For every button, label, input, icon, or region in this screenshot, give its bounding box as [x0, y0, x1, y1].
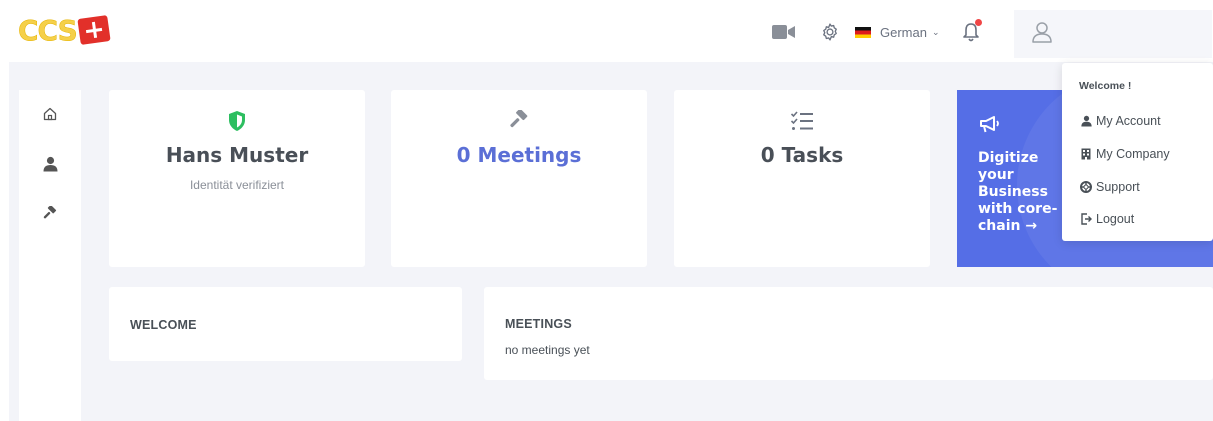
notification-dot	[974, 19, 982, 26]
promo-text: Digitize your Business with core-chain	[978, 150, 1058, 234]
megaphone-icon	[979, 114, 1001, 139]
user-icon	[43, 156, 57, 172]
sidebar-item-meetings[interactable]	[19, 202, 81, 226]
tasks-count[interactable]: 0 Tasks	[674, 143, 930, 167]
chevron-down-icon: ⌄	[931, 26, 940, 37]
welcome-card: WELCOME	[109, 287, 462, 361]
header-actions: German ⌄	[772, 18, 982, 46]
swiss-flag-icon	[77, 15, 111, 45]
menu-item-label: Logout	[1096, 212, 1135, 226]
arrow-right-icon: →	[1025, 218, 1038, 234]
logo[interactable]: CCS	[18, 12, 111, 48]
sidebar-item-home[interactable]	[19, 102, 81, 126]
sidebar	[19, 90, 81, 421]
menu-item-label: Support	[1096, 180, 1140, 194]
language-selector[interactable]: German ⌄	[855, 25, 940, 40]
user-icon	[1032, 21, 1052, 48]
building-icon	[1080, 148, 1092, 160]
meetings-count[interactable]: 0 Meetings	[391, 143, 647, 167]
gear-icon[interactable]	[820, 22, 840, 42]
promo-link[interactable]: Digitize your Business with core-chain →	[978, 150, 1068, 235]
menu-item-my-account[interactable]: My Account	[1080, 114, 1161, 128]
menu-item-my-company[interactable]: My Company	[1080, 147, 1170, 161]
gavel-icon	[391, 110, 647, 132]
gavel-icon	[43, 206, 57, 219]
user-name: Hans Muster	[165, 143, 309, 167]
bell-icon[interactable]	[962, 19, 982, 43]
tasks-stat-card[interactable]: 0 Tasks	[674, 90, 930, 267]
menu-item-label: My Account	[1096, 114, 1161, 128]
menu-item-support[interactable]: Support	[1080, 180, 1140, 194]
meetings-empty-text: no meetings yet	[505, 343, 590, 357]
user-icon	[1080, 115, 1092, 127]
meetings-stat-card[interactable]: 0 Meetings	[391, 90, 647, 267]
user-menu-toggle[interactable]	[1014, 10, 1212, 58]
home-icon	[43, 107, 57, 121]
welcome-title: WELCOME	[130, 318, 197, 332]
logout-icon	[1080, 213, 1092, 225]
tasks-icon	[674, 110, 930, 132]
video-icon[interactable]	[772, 24, 796, 40]
meetings-card: MEETINGS no meetings yet	[484, 287, 1213, 380]
menu-item-logout[interactable]: Logout	[1080, 212, 1134, 226]
lifebuoy-icon	[1080, 181, 1092, 193]
identity-status: Identität verifiziert	[189, 178, 285, 192]
menu-item-label: My Company	[1096, 147, 1170, 161]
sidebar-item-profile[interactable]	[19, 152, 81, 176]
top-bar: CCS German ⌄	[0, 0, 1213, 62]
german-flag-icon	[855, 26, 871, 38]
language-label: German	[880, 24, 927, 40]
identity-card: Hans Muster Identität verifiziert	[109, 90, 365, 267]
dropdown-heading: Welcome !	[1079, 80, 1132, 92]
user-dropdown-menu: Welcome ! My Account My Company Support …	[1062, 63, 1213, 241]
shield-check-icon	[109, 110, 365, 132]
logo-text: CCS	[18, 13, 78, 47]
meetings-title: MEETINGS	[505, 317, 572, 331]
